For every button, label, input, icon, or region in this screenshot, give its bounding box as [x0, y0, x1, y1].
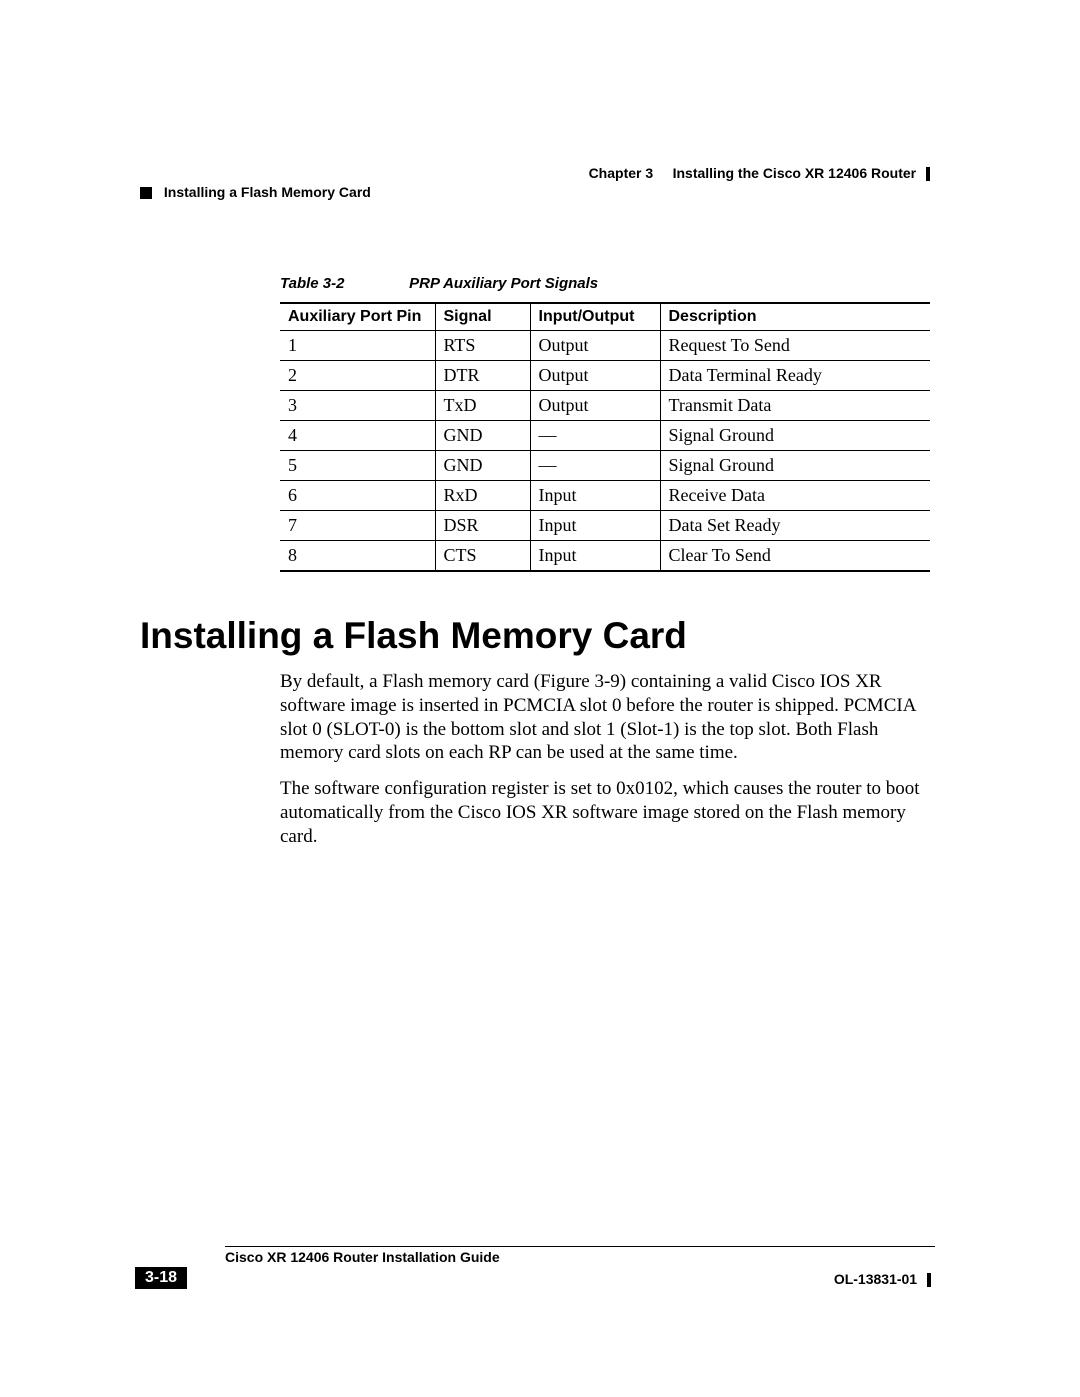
cell-pin: 6: [280, 481, 435, 511]
cell-pin: 7: [280, 511, 435, 541]
cell-desc: Signal Ground: [660, 421, 930, 451]
section-title: Installing a Flash Memory Card: [164, 184, 371, 200]
table-block: Table 3-2 PRP Auxiliary Port Signals Aux…: [280, 275, 930, 572]
paragraph: The software configuration register is s…: [280, 777, 930, 848]
cell-pin: 1: [280, 331, 435, 361]
cell-desc: Data Terminal Ready: [660, 361, 930, 391]
cell-io: Input: [530, 541, 660, 572]
cell-io: —: [530, 451, 660, 481]
cell-io: —: [530, 421, 660, 451]
footer-bar-icon: [927, 1273, 931, 1287]
cell-pin: 4: [280, 421, 435, 451]
cell-io: Input: [530, 511, 660, 541]
cell-pin: 5: [280, 451, 435, 481]
cell-io: Output: [530, 331, 660, 361]
header-bar-icon: [926, 167, 930, 181]
document-id: OL-13831-01: [834, 1271, 931, 1287]
footer-guide-title: Cisco XR 12406 Router Installation Guide: [225, 1246, 935, 1265]
cell-desc: Signal Ground: [660, 451, 930, 481]
cell-pin: 3: [280, 391, 435, 421]
cell-desc: Receive Data: [660, 481, 930, 511]
doc-id-text: OL-13831-01: [834, 1271, 917, 1287]
table-header-row: Auxiliary Port Pin Signal Input/Output D…: [280, 303, 930, 331]
page-number: 3-18: [135, 1267, 187, 1289]
cell-signal: DTR: [435, 361, 530, 391]
chapter-label: Chapter 3: [589, 165, 654, 181]
cell-desc: Clear To Send: [660, 541, 930, 572]
th-pin: Auxiliary Port Pin: [280, 303, 435, 331]
cell-desc: Transmit Data: [660, 391, 930, 421]
cell-pin: 8: [280, 541, 435, 572]
cell-io: Output: [530, 391, 660, 421]
table-title: PRP Auxiliary Port Signals: [409, 275, 598, 292]
table-row: 5 GND — Signal Ground: [280, 451, 930, 481]
th-desc: Description: [660, 303, 930, 331]
cell-io: Input: [530, 481, 660, 511]
table-row: 4 GND — Signal Ground: [280, 421, 930, 451]
cell-pin: 2: [280, 361, 435, 391]
paragraph: By default, a Flash memory card (Figure …: [280, 670, 930, 765]
body-text: By default, a Flash memory card (Figure …: [280, 670, 930, 860]
cell-signal: GND: [435, 421, 530, 451]
page-footer: Cisco XR 12406 Router Installation Guide…: [135, 1246, 935, 1289]
heading-1: Installing a Flash Memory Card: [140, 615, 687, 657]
table-row: 2 DTR Output Data Terminal Ready: [280, 361, 930, 391]
document-page: Chapter 3 Installing the Cisco XR 12406 …: [0, 0, 1080, 1397]
th-signal: Signal: [435, 303, 530, 331]
section-marker-icon: [140, 187, 152, 199]
table-row: 1 RTS Output Request To Send: [280, 331, 930, 361]
table-row: 8 CTS Input Clear To Send: [280, 541, 930, 572]
chapter-title: Installing the Cisco XR 12406 Router: [673, 165, 917, 181]
cell-io: Output: [530, 361, 660, 391]
cell-signal: DSR: [435, 511, 530, 541]
th-io: Input/Output: [530, 303, 660, 331]
cell-signal: CTS: [435, 541, 530, 572]
running-header-left: Installing a Flash Memory Card: [140, 184, 371, 200]
running-header-right: Chapter 3 Installing the Cisco XR 12406 …: [589, 165, 930, 181]
cell-signal: RxD: [435, 481, 530, 511]
cell-signal: RTS: [435, 331, 530, 361]
table-row: 7 DSR Input Data Set Ready: [280, 511, 930, 541]
cell-desc: Data Set Ready: [660, 511, 930, 541]
table-row: 3 TxD Output Transmit Data: [280, 391, 930, 421]
cell-signal: TxD: [435, 391, 530, 421]
cell-desc: Request To Send: [660, 331, 930, 361]
table-caption: Table 3-2 PRP Auxiliary Port Signals: [280, 275, 930, 292]
table-row: 6 RxD Input Receive Data: [280, 481, 930, 511]
signal-table: Auxiliary Port Pin Signal Input/Output D…: [280, 302, 930, 572]
footer-row: 3-18 OL-13831-01: [135, 1267, 935, 1289]
cell-signal: GND: [435, 451, 530, 481]
table-number: Table 3-2: [280, 275, 405, 292]
